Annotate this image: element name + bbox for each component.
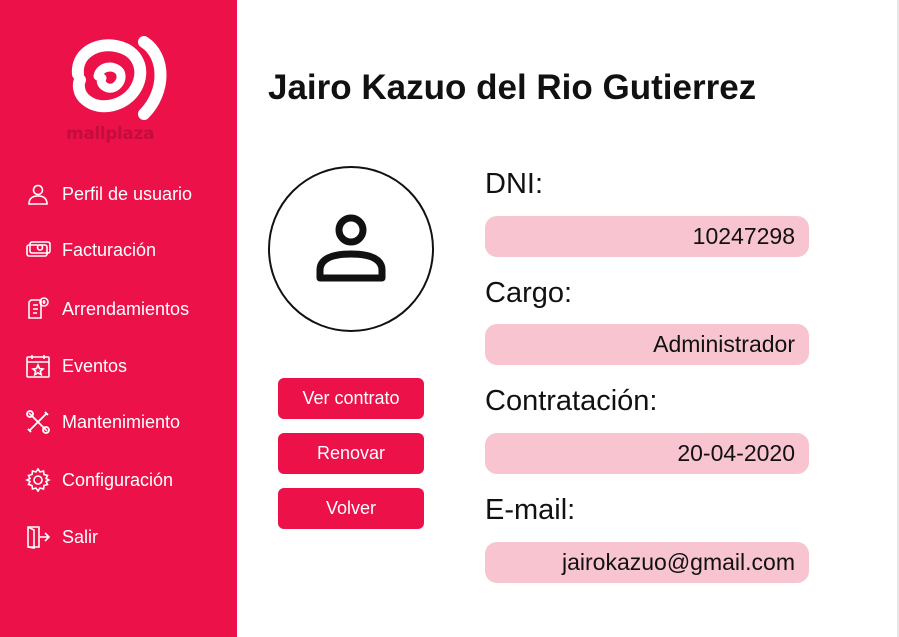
brand-name: mallplaza [66,124,155,144]
sidebar-item-mantenimiento[interactable]: Mantenimiento [24,407,229,437]
email-label: E-mail: [485,494,576,526]
sidebar-item-label: Eventos [62,355,128,376]
sidebar-item-label: Salir [62,526,99,547]
sidebar-item-salir[interactable]: Salir [24,522,229,552]
logo-mark-icon [71,36,167,120]
page-title: Jairo Kazuo del Rio Gutierrez [268,68,757,107]
sidebar-item-facturacion[interactable]: Facturación [24,235,229,265]
contratacion-label: Contratación: [485,385,658,417]
gear-icon [24,466,52,494]
sidebar-item-label: Facturación [62,239,157,260]
sidebar-item-eventos[interactable]: Eventos [24,351,229,381]
renew-button[interactable]: Renovar [278,433,424,474]
sidebar-item-label: Configuración [62,469,174,490]
avatar [268,166,434,332]
user-avatar-icon [312,208,390,291]
tools-icon [24,408,52,436]
dni-field: 10247298 [485,216,809,257]
calendar-icon [24,352,52,380]
sidebar-item-label: Mantenimiento [62,411,181,432]
sidebar: mallplaza Perfil de usuario Facturación [0,0,237,637]
dni-label: DNI: [485,168,543,200]
exit-icon [24,523,52,551]
sidebar-item-label: Arrendamientos [62,298,190,319]
user-icon [24,180,52,208]
cargo-field: Administrador [485,324,809,365]
sidebar-item-configuracion[interactable]: Configuración [24,465,229,495]
view-contract-button[interactable]: Ver contrato [278,378,424,419]
back-button[interactable]: Volver [278,488,424,529]
email-field: jairokazuo@gmail.com [485,542,809,583]
sidebar-item-perfil[interactable]: Perfil de usuario [24,179,229,209]
cargo-label: Cargo: [485,277,573,309]
sidebar-item-label: Perfil de usuario [62,183,193,204]
sidebar-item-arrendamientos[interactable]: Arrendamientos [24,294,229,324]
mallplaza-logo: mallplaza [66,36,170,148]
money-icon [24,236,52,264]
document-icon [24,295,52,323]
contratacion-field: 20-04-2020 [485,433,809,474]
